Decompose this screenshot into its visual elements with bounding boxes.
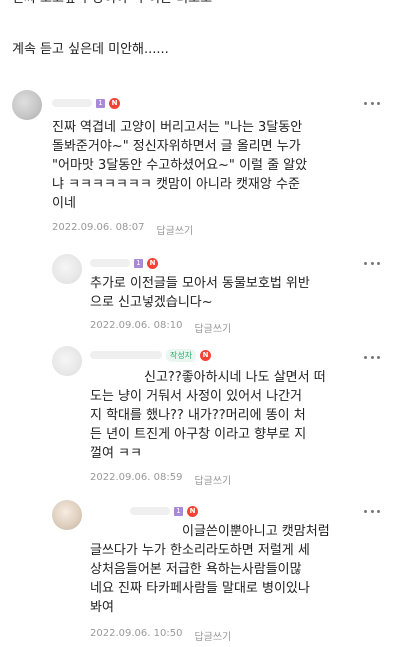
nickname[interactable]	[52, 99, 92, 107]
comment-meta: 1 N	[130, 504, 198, 518]
level-badge-icon: 1	[174, 506, 183, 516]
comment-page: 진짜 오고싶다 냥이야 다 이쁜 녀오오 계속 듣고 싶은데 미안해......…	[0, 0, 406, 647]
more-options-icon[interactable]	[364, 260, 380, 266]
post-text-cut-line: 진짜 오고싶다 냥이야 다 이쁜 녀오오	[12, 0, 212, 9]
comment-text: 진짜 역겹네 고양이 버리고서는 "나는 3달동안 돌봐준거야~" 정신자위하면…	[52, 120, 308, 211]
more-options-icon[interactable]	[364, 508, 380, 514]
reply-button[interactable]: 답글쓰기	[194, 628, 231, 643]
comment-timestamp: 2022.09.06. 08:10	[90, 320, 183, 331]
comment-timestamp: 2022.09.06. 08:07	[52, 222, 145, 233]
comment-footer: 2022.09.06. 08:10 답글쓰기	[90, 320, 231, 335]
reply-item: 1 N 이글쓴이뿐아니고 캣맘처럼 글쓰다가 누가 한소리라도하면 저럴게 세 …	[0, 498, 406, 647]
avatar[interactable]	[12, 90, 42, 120]
more-options-icon[interactable]	[364, 354, 380, 360]
writer-tag: 작성자	[166, 348, 197, 362]
new-badge-icon: N	[200, 349, 212, 361]
reply-button[interactable]: 답글쓰기	[194, 320, 231, 335]
nickname[interactable]	[90, 259, 130, 267]
reply-item: 작성자 N 신고??좋아하시네 나도 살면서 떠 도는 냥이 거둬서 사정이 있…	[0, 344, 406, 494]
avatar[interactable]	[52, 254, 82, 284]
nickname[interactable]	[130, 507, 170, 515]
avatar[interactable]	[52, 346, 82, 376]
nickname[interactable]	[90, 351, 162, 359]
comment-footer: 2022.09.06. 08:59 답글쓰기	[90, 472, 231, 487]
comment-meta: 1 N	[52, 96, 120, 110]
comment-meta: 1 N	[90, 256, 158, 270]
comment-text: 이글쓴이뿐아니고 캣맘처럼 글쓰다가 누가 한소리라도하면 저럴게 세 상처음들…	[90, 524, 330, 615]
level-badge-icon: 1	[134, 258, 143, 268]
reply-button[interactable]: 답글쓰기	[156, 222, 193, 237]
level-badge-icon: 1	[96, 98, 105, 108]
reply-item: 1 N 추가로 이전글들 모아서 동물보호법 위반 으로 신고넣겠습니다~ 20…	[0, 250, 406, 340]
comment-footer: 2022.09.06. 10:50 답글쓰기	[90, 628, 231, 643]
comment-timestamp: 2022.09.06. 10:50	[90, 628, 183, 639]
avatar[interactable]	[52, 500, 82, 530]
comment-text: 신고??좋아하시네 나도 살면서 떠 도는 냥이 거둬서 사정이 있어서 나간거…	[90, 370, 326, 461]
post-text-line: 계속 듣고 싶은데 미안해......	[12, 42, 169, 57]
comment-timestamp: 2022.09.06. 08:59	[90, 472, 183, 483]
new-badge-icon: N	[187, 505, 198, 517]
new-badge-icon: N	[109, 97, 120, 109]
comment-text: 추가로 이전글들 모아서 동물보호법 위반 으로 신고넣겠습니다~	[90, 276, 310, 310]
reply-button[interactable]: 답글쓰기	[194, 472, 231, 487]
comment-item: 1 N 진짜 역겹네 고양이 버리고서는 "나는 3달동안 돌봐준거야~" 정신…	[0, 88, 406, 238]
new-badge-icon: N	[147, 257, 158, 269]
comment-meta: 작성자 N	[90, 348, 212, 362]
more-options-icon[interactable]	[364, 100, 380, 106]
comment-footer: 2022.09.06. 08:07 답글쓰기	[52, 222, 193, 237]
